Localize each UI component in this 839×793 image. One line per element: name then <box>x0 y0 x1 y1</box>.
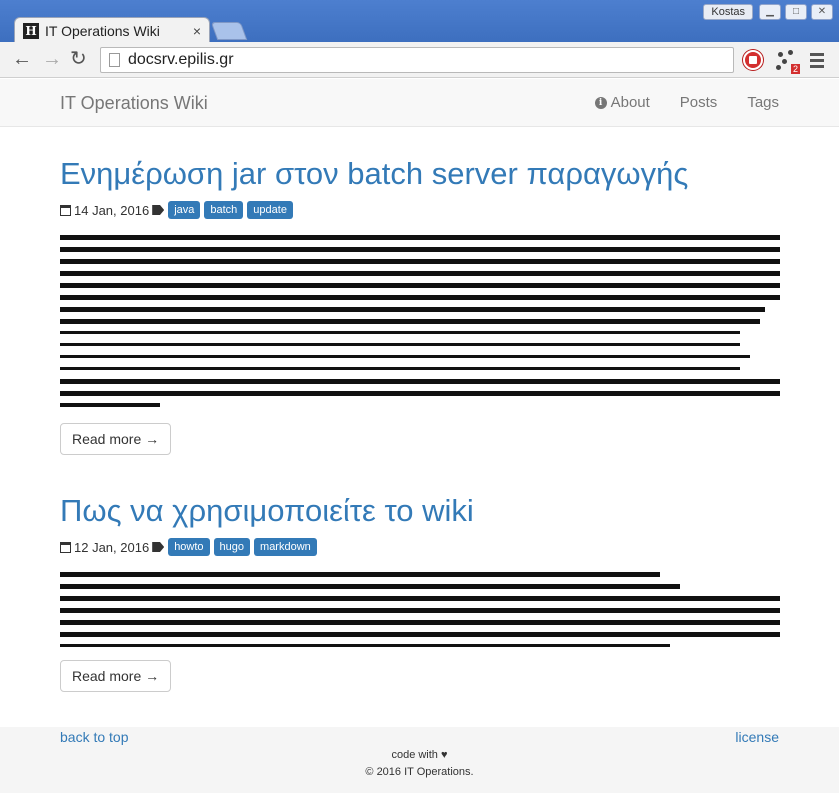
license-link[interactable]: license <box>735 729 779 745</box>
tag-howto[interactable]: howto <box>168 538 210 556</box>
profile-badge[interactable]: Kostas <box>703 4 753 20</box>
window-controls: ▁ □ ✕ <box>759 4 833 20</box>
maximize-icon: □ <box>792 6 800 17</box>
page-icon <box>109 53 120 67</box>
minimize-icon: ▁ <box>766 6 774 17</box>
site-brand[interactable]: IT Operations Wiki <box>60 93 208 114</box>
favicon-icon: H <box>23 23 39 39</box>
post-title[interactable]: Ενημέρωση jar στον batch server παραγωγή… <box>60 155 780 193</box>
back-arrow-icon[interactable]: ← <box>12 49 32 69</box>
post-excerpt <box>60 570 780 648</box>
post-date: 14 Jan, 2016 <box>74 202 150 218</box>
nav-link-tags[interactable]: Tags <box>747 94 779 111</box>
forward-arrow-icon[interactable]: → <box>42 49 62 69</box>
address-bar[interactable]: docsrv.epilis.gr <box>100 47 734 73</box>
post-summary: Πως να χρησιμοποιείτε το wiki 12 Jan, 20… <box>60 492 780 692</box>
tag-batch[interactable]: batch <box>204 201 244 219</box>
close-icon: ✕ <box>817 6 827 17</box>
read-more-button[interactable]: Read more → <box>60 660 172 692</box>
maximize-button[interactable]: □ <box>785 4 807 20</box>
excerpt-text-illegible <box>60 235 780 407</box>
tag-update[interactable]: update <box>247 201 293 219</box>
adblock-extension-icon[interactable] <box>743 50 763 70</box>
read-more-button[interactable]: Read more → <box>60 423 172 455</box>
nav-link-label: About <box>610 94 650 111</box>
tags-icon <box>152 205 165 215</box>
page-content: IT Operations Wiki i About Posts Tags Εν… <box>0 79 839 793</box>
minimize-button[interactable]: ▁ <box>759 4 781 20</box>
menu-icon[interactable] <box>810 53 824 71</box>
tag-hugo[interactable]: hugo <box>213 538 251 556</box>
post-excerpt <box>60 233 780 411</box>
close-window-button[interactable]: ✕ <box>811 4 833 20</box>
nav-links: i About Posts Tags <box>594 94 779 111</box>
calendar-icon <box>60 204 71 216</box>
extension-badge: 2 <box>790 64 800 74</box>
copyright: © 2016 IT Operations. <box>365 766 474 778</box>
back-to-top-link[interactable]: back to top <box>60 729 129 745</box>
reload-icon[interactable]: ↻ <box>70 49 87 69</box>
tag-java[interactable]: java <box>168 201 201 219</box>
site-footer: back to top license code with ♥ © 2016 I… <box>0 727 839 793</box>
tab-close-icon[interactable]: × <box>193 23 201 39</box>
browser-titlebar: Kostas ▁ □ ✕ H IT Operations Wiki × <box>0 0 839 44</box>
calendar-icon <box>60 541 71 553</box>
new-tab-button[interactable] <box>210 22 248 40</box>
post-meta: 12 Jan, 2016 howto hugo markdown <box>60 538 780 556</box>
nav-link-about[interactable]: i About <box>594 94 650 111</box>
code-with-text: code with <box>391 749 438 761</box>
post-date: 12 Jan, 2016 <box>74 539 150 555</box>
post-meta: 14 Jan, 2016 java batch update <box>60 201 780 219</box>
nav-link-posts[interactable]: Posts <box>680 94 718 111</box>
network-extension-icon[interactable]: 2 <box>776 50 800 74</box>
tag-markdown[interactable]: markdown <box>254 538 317 556</box>
footer-credit: code with ♥ <box>0 749 839 761</box>
browser-toolbar: ← → ↻ docsrv.epilis.gr 2 <box>0 42 839 78</box>
tags-icon <box>152 542 165 552</box>
post-summary: Ενημέρωση jar στον batch server παραγωγή… <box>60 155 780 455</box>
tab-title: IT Operations Wiki <box>45 23 160 39</box>
excerpt-text-illegible <box>60 572 780 647</box>
post-title[interactable]: Πως να χρησιμοποιείτε το wiki <box>60 492 780 530</box>
site-navbar: IT Operations Wiki i About Posts Tags <box>0 79 839 127</box>
url-text: docsrv.epilis.gr <box>128 51 234 68</box>
info-icon: i <box>594 96 607 109</box>
browser-tab[interactable]: H IT Operations Wiki × <box>14 17 210 44</box>
heart-icon: ♥ <box>441 749 448 761</box>
